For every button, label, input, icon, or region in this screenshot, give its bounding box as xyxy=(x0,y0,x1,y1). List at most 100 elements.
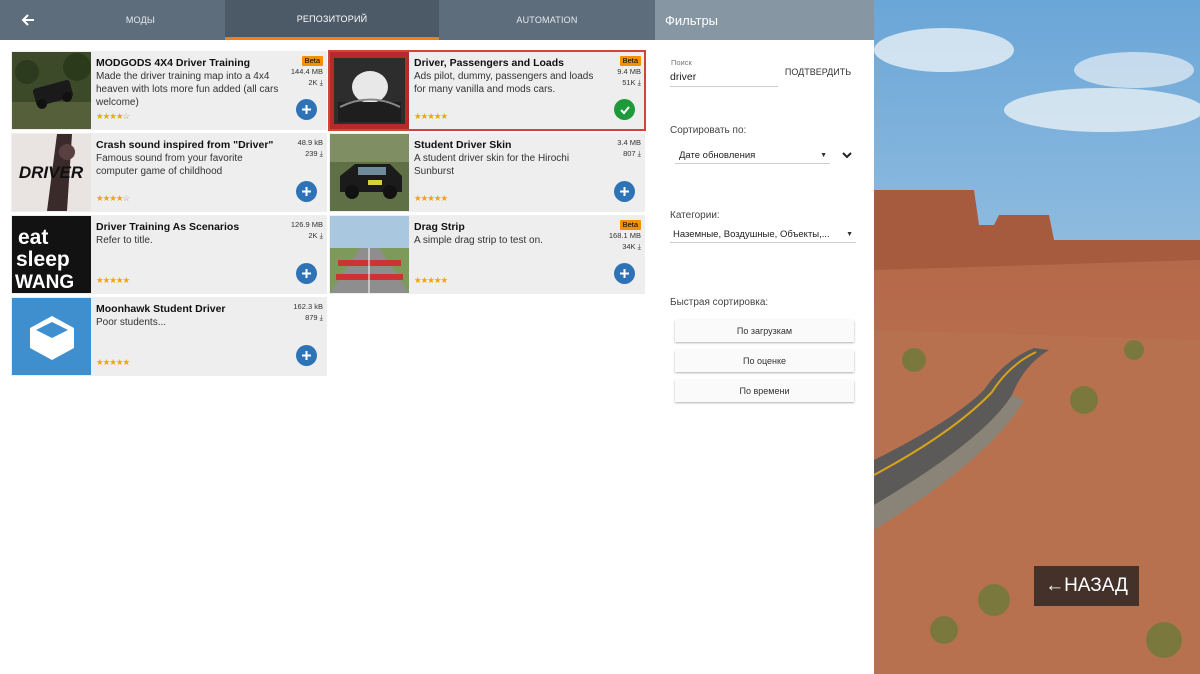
mod-downloads: 2K xyxy=(308,78,318,87)
sort-by-downloads-button[interactable]: По загрузкам xyxy=(675,320,854,342)
add-mod-button[interactable] xyxy=(296,99,317,120)
plus-icon xyxy=(302,187,311,196)
mod-downloads: 879 xyxy=(305,313,318,322)
arrow-left-icon xyxy=(21,14,34,26)
mod-thumbnail xyxy=(12,298,91,375)
mod-title: MODGODS 4X4 Driver Training xyxy=(96,57,251,69)
mod-meta: 3.4 MB 807 ⤓ xyxy=(617,137,641,159)
back-button[interactable]: ←НАЗАД xyxy=(1034,566,1139,606)
add-mod-button[interactable] xyxy=(296,345,317,366)
mod-card[interactable]: Student Driver Skin A student driver ski… xyxy=(329,133,645,212)
mod-description: A student driver skin for the Hirochi Su… xyxy=(414,153,570,177)
mod-thumbnail xyxy=(12,52,91,129)
add-mod-button[interactable] xyxy=(296,181,317,202)
installed-check xyxy=(614,99,635,120)
mod-description: Refer to title. xyxy=(96,235,153,246)
mod-size: 3.4 MB xyxy=(617,138,641,147)
mod-size: 144.4 MB xyxy=(290,67,323,76)
thumb-text-line-1: eat xyxy=(18,226,48,249)
categories-select[interactable]: Наземные, Воздушные, Объекты,... ▼ xyxy=(670,227,856,243)
mod-thumbnail xyxy=(330,134,409,211)
add-mod-button[interactable] xyxy=(614,181,635,202)
back-arrow-button[interactable] xyxy=(0,0,56,40)
mod-description: Ads pilot, dummy, passengers and loads f… xyxy=(414,71,594,95)
plus-icon xyxy=(302,269,311,278)
mod-size: 9.4 MB xyxy=(617,67,641,76)
mod-description: Made the driver training map into a 4x4 … xyxy=(96,71,279,108)
mod-card[interactable]: Moonhawk Student Driver Poor students...… xyxy=(11,297,327,376)
mod-thumbnail xyxy=(330,52,409,129)
sort-select[interactable]: Дате обновления ▼ xyxy=(675,148,830,164)
download-icon: ⤓ xyxy=(637,149,641,158)
mod-title: Driver, Passengers and Loads xyxy=(414,57,564,69)
quick-sort-label: Быстрая сортировка: xyxy=(670,297,769,308)
mod-downloads: 239 xyxy=(305,149,318,158)
search-input[interactable] xyxy=(670,68,778,87)
tab-mods[interactable]: МОДЫ xyxy=(56,0,225,40)
download-icon: ⤓ xyxy=(637,242,641,251)
sort-value: Дате обновления xyxy=(679,150,756,161)
beta-badge: Beta xyxy=(619,56,641,66)
mod-downloads: 51K xyxy=(622,78,636,87)
sort-by-rating-button[interactable]: По оценке xyxy=(675,350,854,372)
filters-panel: Фильтры Поиск ПОДТВЕРДИТЬ Сортировать по… xyxy=(655,0,874,674)
mod-thumbnail: eat sleep WANG xyxy=(12,216,91,293)
beta-badge: Beta xyxy=(301,56,323,66)
mods-app: МОДЫ РЕПОЗИТОРИЙ AUTOMATION MODGODS 4X4 … xyxy=(0,0,655,674)
mod-meta: Beta 144.4 MB 2K ⤓ xyxy=(291,55,323,88)
check-icon xyxy=(619,105,630,114)
mod-card[interactable]: eat sleep WANG Driver Training As Scenar… xyxy=(11,215,327,294)
download-icon: ⤓ xyxy=(319,149,323,158)
chevron-down-icon[interactable] xyxy=(841,147,853,165)
mod-downloads: 807 xyxy=(623,149,636,158)
mod-size: 162.3 kB xyxy=(293,302,323,311)
search-label: Поиск xyxy=(671,58,692,67)
mod-size: 48.9 kB xyxy=(297,138,323,147)
plus-icon xyxy=(620,269,629,278)
sort-by-time-button[interactable]: По времени xyxy=(675,380,854,402)
mod-card[interactable]: DRIVER Crash sound inspired from "Driver… xyxy=(11,133,327,212)
rating-stars: ★★★★☆ xyxy=(96,111,130,121)
mod-card[interactable]: MODGODS 4X4 Driver Training Made the dri… xyxy=(11,51,327,130)
sort-label: Сортировать по: xyxy=(670,125,747,136)
categories-label: Категории: xyxy=(670,210,720,221)
rating-stars: ★★★★★ xyxy=(96,275,130,285)
download-icon: ⤓ xyxy=(319,78,323,87)
mod-title: Moonhawk Student Driver xyxy=(96,303,226,315)
tab-automation[interactable]: AUTOMATION xyxy=(439,0,655,40)
filters-title: Фильтры xyxy=(655,0,874,40)
download-icon: ⤓ xyxy=(319,313,323,322)
add-mod-button[interactable] xyxy=(296,263,317,284)
rating-stars: ★★★★☆ xyxy=(96,193,130,203)
mod-meta: 48.9 kB 239 ⤓ xyxy=(298,137,323,159)
rating-stars: ★★★★★ xyxy=(414,111,448,121)
mod-title: Drag Strip xyxy=(414,221,465,233)
plus-icon xyxy=(302,105,311,114)
mod-meta: 126.9 MB 2K ⤓ xyxy=(291,219,323,241)
plus-icon xyxy=(302,351,311,360)
top-bar: МОДЫ РЕПОЗИТОРИЙ AUTOMATION xyxy=(0,0,655,40)
mod-meta: Beta 9.4 MB 51K ⤓ xyxy=(617,55,641,88)
mod-description: Famous sound from your favorite computer… xyxy=(96,153,243,177)
mod-size: 126.9 MB xyxy=(290,220,323,229)
tab-repository[interactable]: РЕПОЗИТОРИЙ xyxy=(225,0,439,40)
mod-meta: Beta 168.1 MB 34K ⤓ xyxy=(609,219,641,252)
rating-stars: ★★★★★ xyxy=(414,275,448,285)
caret-down-icon: ▼ xyxy=(846,231,853,238)
mod-description: A simple drag strip to test on. xyxy=(414,235,543,246)
mod-title: Student Driver Skin xyxy=(414,139,512,151)
plus-icon xyxy=(620,187,629,196)
confirm-button[interactable]: ПОДТВЕРДИТЬ xyxy=(783,64,853,80)
add-mod-button[interactable] xyxy=(614,263,635,284)
mod-title: Crash sound inspired from "Driver" xyxy=(96,139,274,151)
mod-size: 168.1 MB xyxy=(608,231,641,240)
thumb-text-line-2: sleep xyxy=(16,248,70,271)
mod-card[interactable]: Drag Strip A simple drag strip to test o… xyxy=(329,215,645,294)
mod-downloads: 34K xyxy=(622,242,636,251)
thumb-text: DRIVER xyxy=(19,163,84,182)
mod-card-selected[interactable]: Driver, Passengers and Loads Ads pilot, … xyxy=(328,50,646,131)
mod-description: Poor students... xyxy=(96,317,167,328)
categories-value: Наземные, Воздушные, Объекты,... xyxy=(673,229,830,240)
rating-stars: ★★★★★ xyxy=(96,357,130,367)
beta-badge: Beta xyxy=(619,220,641,230)
